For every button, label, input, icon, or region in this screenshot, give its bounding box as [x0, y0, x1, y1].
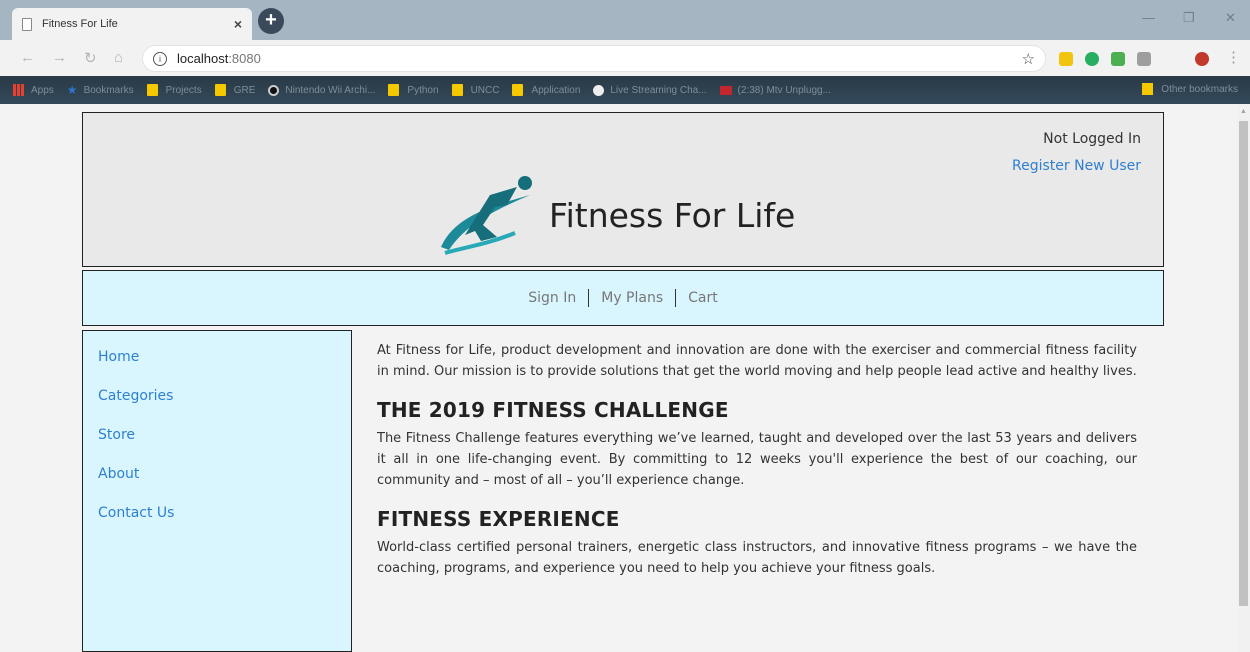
bookmark-star-icon[interactable]: ☆	[1022, 50, 1035, 68]
scrollbar-thumb[interactable]	[1239, 121, 1248, 606]
browser-tab-strip: Fitness For Life × + — ❐ ✕	[0, 0, 1250, 40]
site-title: Fitness For Life	[549, 195, 796, 235]
page-icon	[22, 17, 32, 31]
bookmark-label: Python	[407, 84, 439, 96]
restore-icon[interactable]: ❐	[1183, 10, 1195, 26]
register-new-user-link[interactable]: Register New User	[1012, 158, 1141, 174]
nav-sign-in[interactable]: Sign In	[528, 290, 576, 306]
url-host: localhost	[177, 51, 229, 66]
folder-icon	[512, 84, 524, 96]
forward-icon[interactable]: →	[52, 49, 67, 66]
other-bookmarks[interactable]: Other bookmarks	[1142, 83, 1238, 95]
extension-icon[interactable]	[1111, 52, 1125, 66]
sidebar-item-home[interactable]: Home	[98, 349, 351, 388]
sidebar-item-categories[interactable]: Categories	[98, 388, 351, 427]
bookmark-item[interactable]: Python	[388, 84, 439, 96]
apps-icon	[13, 84, 25, 96]
bookmark-item[interactable]: Apps	[13, 84, 54, 96]
intro-paragraph: At Fitness for Life, product development…	[377, 343, 1137, 379]
bookmark-label: Nintendo Wii Archi...	[285, 84, 376, 96]
close-tab-icon[interactable]: ×	[234, 16, 242, 32]
bookmark-item[interactable]: GRE	[214, 84, 256, 96]
profile-avatar[interactable]	[1195, 52, 1209, 66]
main-content: At Fitness for Life, product development…	[377, 340, 1137, 579]
nav-my-plans[interactable]: My Plans	[601, 290, 663, 306]
new-tab-button[interactable]: +	[258, 8, 284, 34]
scroll-up-icon[interactable]: ▲	[1240, 108, 1247, 115]
bookmark-label: (2:38) Mtv Unplugg...	[737, 84, 831, 96]
bookmark-label: GRE	[233, 84, 256, 96]
folder-icon	[214, 84, 226, 96]
bookmark-item[interactable]: (2:38) Mtv Unplugg...	[719, 84, 831, 96]
bookmark-label: Live Streaming Cha...	[610, 84, 707, 96]
soccer-ball-icon	[593, 84, 605, 96]
minimize-icon[interactable]: —	[1142, 10, 1155, 25]
web-page: Not Logged In Register New User Fitness …	[0, 104, 1237, 652]
folder-icon	[451, 84, 463, 96]
extension-icon[interactable]	[1137, 52, 1151, 66]
site-brand[interactable]: Fitness For Life	[435, 175, 795, 255]
bookmark-item[interactable]: UNCC	[451, 84, 500, 96]
bookmark-item[interactable]: Application	[512, 84, 580, 96]
home-icon[interactable]: ⌂	[114, 49, 123, 66]
grammarly-icon[interactable]	[1085, 52, 1099, 66]
bookmark-label: Projects	[165, 84, 202, 96]
menu-icon[interactable]: ⋮	[1226, 48, 1241, 66]
login-status: Not Logged In	[1043, 131, 1141, 147]
nav-cart[interactable]: Cart	[688, 290, 718, 306]
sidebar-item-about[interactable]: About	[98, 466, 351, 505]
star-icon: ★	[66, 83, 78, 97]
nav-divider	[588, 289, 590, 307]
bookmarks-bar: Apps ★ Bookmarks Projects GRE Nintendo Wi…	[0, 76, 1250, 104]
section-body: World-class certified personal trainers,…	[377, 540, 1137, 576]
section-body: The Fitness Challenge features everythin…	[377, 431, 1137, 488]
folder-icon	[1142, 83, 1154, 95]
wii-icon	[268, 84, 280, 96]
sidebar: Home Categories Store About Contact Us	[82, 330, 352, 652]
back-icon[interactable]: ←	[20, 49, 35, 66]
url-port: :8080	[228, 51, 261, 66]
browser-tab[interactable]: Fitness For Life ×	[12, 8, 252, 40]
browser-toolbar: ← → ↻ ⌂ i localhost:8080 ☆ ⋮	[0, 40, 1250, 76]
section-heading: THE 2019 FITNESS CHALLENGE	[377, 398, 729, 422]
info-icon[interactable]: i	[153, 51, 167, 66]
bookmark-label: Bookmarks	[83, 84, 134, 96]
bookmark-item[interactable]: Projects	[146, 84, 202, 96]
top-nav: Sign In My Plans Cart	[82, 270, 1164, 326]
youtube-icon	[719, 85, 732, 95]
page-scrollbar[interactable]: ▲	[1237, 104, 1250, 652]
section-heading: FITNESS EXPERIENCE	[377, 507, 620, 531]
reload-icon[interactable]: ↻	[84, 49, 97, 67]
runner-logo-icon	[441, 176, 532, 255]
bookmark-item[interactable]: Nintendo Wii Archi...	[268, 84, 376, 96]
nav-divider	[675, 289, 677, 307]
bookmark-label: Apps	[31, 84, 54, 96]
tab-title: Fitness For Life	[42, 18, 118, 30]
close-window-icon[interactable]: ✕	[1225, 10, 1236, 26]
address-bar[interactable]: i localhost:8080 ☆	[142, 45, 1046, 72]
bookmark-item[interactable]: Live Streaming Cha...	[593, 84, 707, 96]
other-bookmarks-label: Other bookmarks	[1161, 83, 1238, 95]
sidebar-item-contact-us[interactable]: Contact Us	[98, 505, 351, 544]
sidebar-item-store[interactable]: Store	[98, 427, 351, 466]
folder-icon	[146, 84, 158, 96]
bookmark-label: UNCC	[470, 84, 500, 96]
bookmark-item[interactable]: ★ Bookmarks	[67, 83, 134, 97]
site-header: Not Logged In Register New User Fitness …	[82, 112, 1164, 267]
folder-icon	[388, 84, 400, 96]
extension-icon[interactable]	[1059, 52, 1073, 66]
bookmark-label: Application	[531, 84, 581, 96]
